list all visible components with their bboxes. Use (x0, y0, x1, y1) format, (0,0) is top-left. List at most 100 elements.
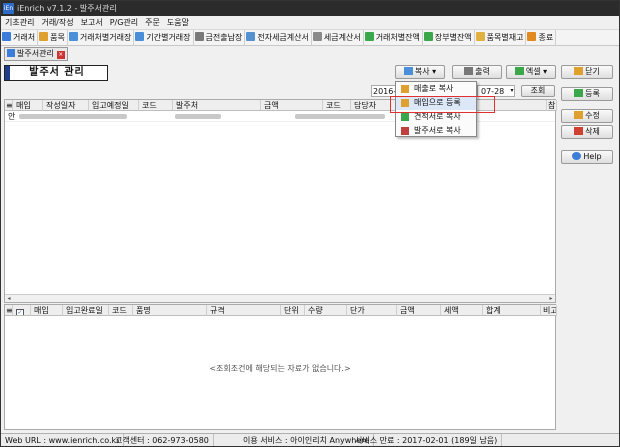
trash-icon (574, 127, 584, 135)
status-web-url: Web URL : www.ienrich.co.kr (1, 434, 125, 446)
redacted-cell (19, 114, 127, 119)
title-bar: iEn iEnrich v7.1.2 - 발주서관리 (1, 1, 619, 16)
page-title: 발주서 관리 (29, 67, 85, 78)
menu-item-copy-to-sales[interactable]: 매출로 복사 (396, 82, 476, 96)
column-header-received-date[interactable]: 입고완료일 (63, 305, 109, 316)
balance-icon (423, 32, 433, 41)
menu-pg[interactable]: P/G관리 (106, 16, 141, 30)
help-icon (572, 152, 582, 160)
people-icon (2, 32, 11, 41)
empty-message: <조회조건에 해당되는 자료가 없습니다.> (209, 364, 351, 373)
menu-order[interactable]: 주문 (141, 16, 163, 30)
column-header-amount[interactable]: 금액 (397, 305, 441, 316)
column-header-supplier[interactable]: 발주처 (173, 100, 261, 111)
horizontal-scrollbar[interactable]: ◂ ▸ (5, 294, 555, 302)
box-icon (39, 32, 49, 41)
column-header-total[interactable]: 합계 (483, 305, 541, 316)
pencil-icon (574, 111, 584, 119)
toolbar-items[interactable]: 품목 (38, 30, 68, 46)
menu-item-copy-to-order[interactable]: 발주서로 복사 (396, 124, 476, 138)
app-window: iEn iEnrich v7.1.2 - 발주서관리 기초관리 거래/작성 보고서 P… (0, 0, 620, 447)
toolbar-stock-by-item[interactable]: 품목별재고 (475, 30, 527, 46)
order-icon (401, 127, 409, 135)
toolbar-invoice[interactable]: 세금계산서 (312, 30, 364, 46)
delete-button[interactable]: 삭제 (561, 125, 613, 139)
exit-icon (527, 32, 537, 41)
column-header-purchase[interactable]: 매입 (31, 305, 63, 316)
cashbook-icon (194, 32, 204, 41)
edit-button[interactable]: 수정 (561, 109, 613, 123)
column-header-amount[interactable]: 금액 (261, 100, 323, 111)
toolbar-ledger-by-period[interactable]: 기간별거래장 (134, 30, 194, 46)
column-header-code[interactable]: 코드 (109, 305, 133, 316)
row-prefix: 안 (8, 112, 16, 121)
redacted-cell (175, 114, 221, 119)
column-header-due-date[interactable]: 입고예정일 (89, 100, 139, 111)
toolbar-cashbook[interactable]: 금전출납장 (194, 30, 246, 46)
column-header-unit[interactable]: 단위 (281, 305, 305, 316)
tab-purchase-order[interactable]: 발주서관리 × (4, 47, 68, 61)
column-header-date[interactable]: 작성일자 (43, 100, 89, 111)
document-icon (7, 49, 15, 57)
quote-icon (401, 113, 409, 121)
ledger-icon (135, 32, 145, 41)
scroll-right-icon[interactable]: ▸ (547, 295, 555, 303)
print-button[interactable]: 출력 (452, 65, 502, 79)
excel-button[interactable]: 엑셀 ▾ (506, 65, 556, 79)
column-header-code[interactable]: 코드 (139, 100, 173, 111)
close-icon[interactable]: × (56, 51, 65, 59)
printer-icon (464, 67, 474, 75)
menu-transactions[interactable]: 거래/작성 (37, 16, 76, 30)
calendar-dropdown-icon[interactable]: ▾ (508, 85, 516, 97)
column-header-tax[interactable]: 세액 (441, 305, 483, 316)
menu-bar: 기초관리 거래/작성 보고서 P/G관리 주문 도움말 (1, 16, 619, 30)
column-header-spec[interactable]: 규격 (207, 305, 281, 316)
toolbar-exit[interactable]: 종료 (526, 30, 557, 46)
tab-label: 발주서관리 (17, 49, 54, 58)
status-support-center: 고객센터 : 062-973-0580 (111, 434, 214, 446)
excel-icon (514, 67, 524, 75)
menu-basic[interactable]: 기초관리 (1, 16, 37, 30)
chevron-down-icon: ▾ (432, 67, 437, 76)
column-header-code-2[interactable]: 코드 (323, 100, 351, 111)
copy-button[interactable]: 복사 ▾ (395, 65, 445, 79)
order-detail-grid: ≡ ✓ 매입 입고완료일 코드 품명 규격 단위 수량 단가 금액 세액 합계 … (4, 304, 557, 430)
status-bar: Web URL : www.ienrich.co.kr 고객센터 : 062-9… (1, 433, 619, 446)
column-header-qty[interactable]: 수량 (305, 305, 347, 316)
toolbar: 거래처 품목 거래처별거래장 기간별거래장 금전출납장 전자세금계산서 세금계산서 거래처별잔… (1, 30, 619, 46)
search-button[interactable]: 조회 (521, 85, 555, 97)
checkbox-icon: ✓ (16, 309, 24, 316)
column-header-unit-price[interactable]: 단가 (347, 305, 397, 316)
scroll-left-icon[interactable]: ◂ (5, 295, 13, 303)
invoice-icon (312, 32, 322, 41)
column-header-remarks[interactable]: 비고 (541, 305, 557, 316)
copy-icon (403, 67, 413, 75)
status-expiry: 서비스 만료 : 2017-02-01 (189일 남음) (351, 434, 503, 446)
close-button[interactable]: 닫기 (561, 65, 613, 79)
toolbar-customers[interactable]: 거래처 (1, 30, 39, 46)
help-button[interactable]: Help (561, 150, 613, 164)
ledger-icon (68, 32, 78, 41)
select-all-checkbox[interactable]: ✓ (13, 305, 31, 316)
register-button[interactable]: 등록 (561, 87, 613, 101)
highlight-box (390, 96, 495, 113)
e-invoice-icon (246, 32, 256, 41)
page-title-box: 발주서 관리 (4, 65, 108, 81)
column-header-purchase[interactable]: 매입 (13, 100, 43, 111)
menu-reports[interactable]: 보고서 (77, 16, 106, 30)
folder-icon (401, 85, 409, 93)
redacted-cell (295, 114, 385, 119)
app-logo: iEn (3, 3, 14, 14)
toolbar-ledger-by-customer[interactable]: 거래처별거래장 (68, 30, 135, 46)
menu-help[interactable]: 도움말 (163, 16, 192, 30)
column-header-select[interactable]: ≡ (5, 305, 13, 316)
toolbar-book-balance[interactable]: 장부별잔액 (423, 30, 475, 46)
column-header-item-name[interactable]: 품명 (133, 305, 207, 316)
balance-icon (364, 32, 374, 41)
toolbar-customer-balance[interactable]: 거래처별잔액 (364, 30, 423, 46)
toolbar-e-invoice[interactable]: 전자세금계산서 (245, 30, 312, 46)
column-header-note[interactable]: 참 (547, 100, 557, 111)
column-header-select[interactable]: ≡ (5, 100, 13, 111)
stock-icon (475, 32, 485, 41)
window-title: iEnrich v7.1.2 - 발주서관리 (17, 4, 117, 13)
